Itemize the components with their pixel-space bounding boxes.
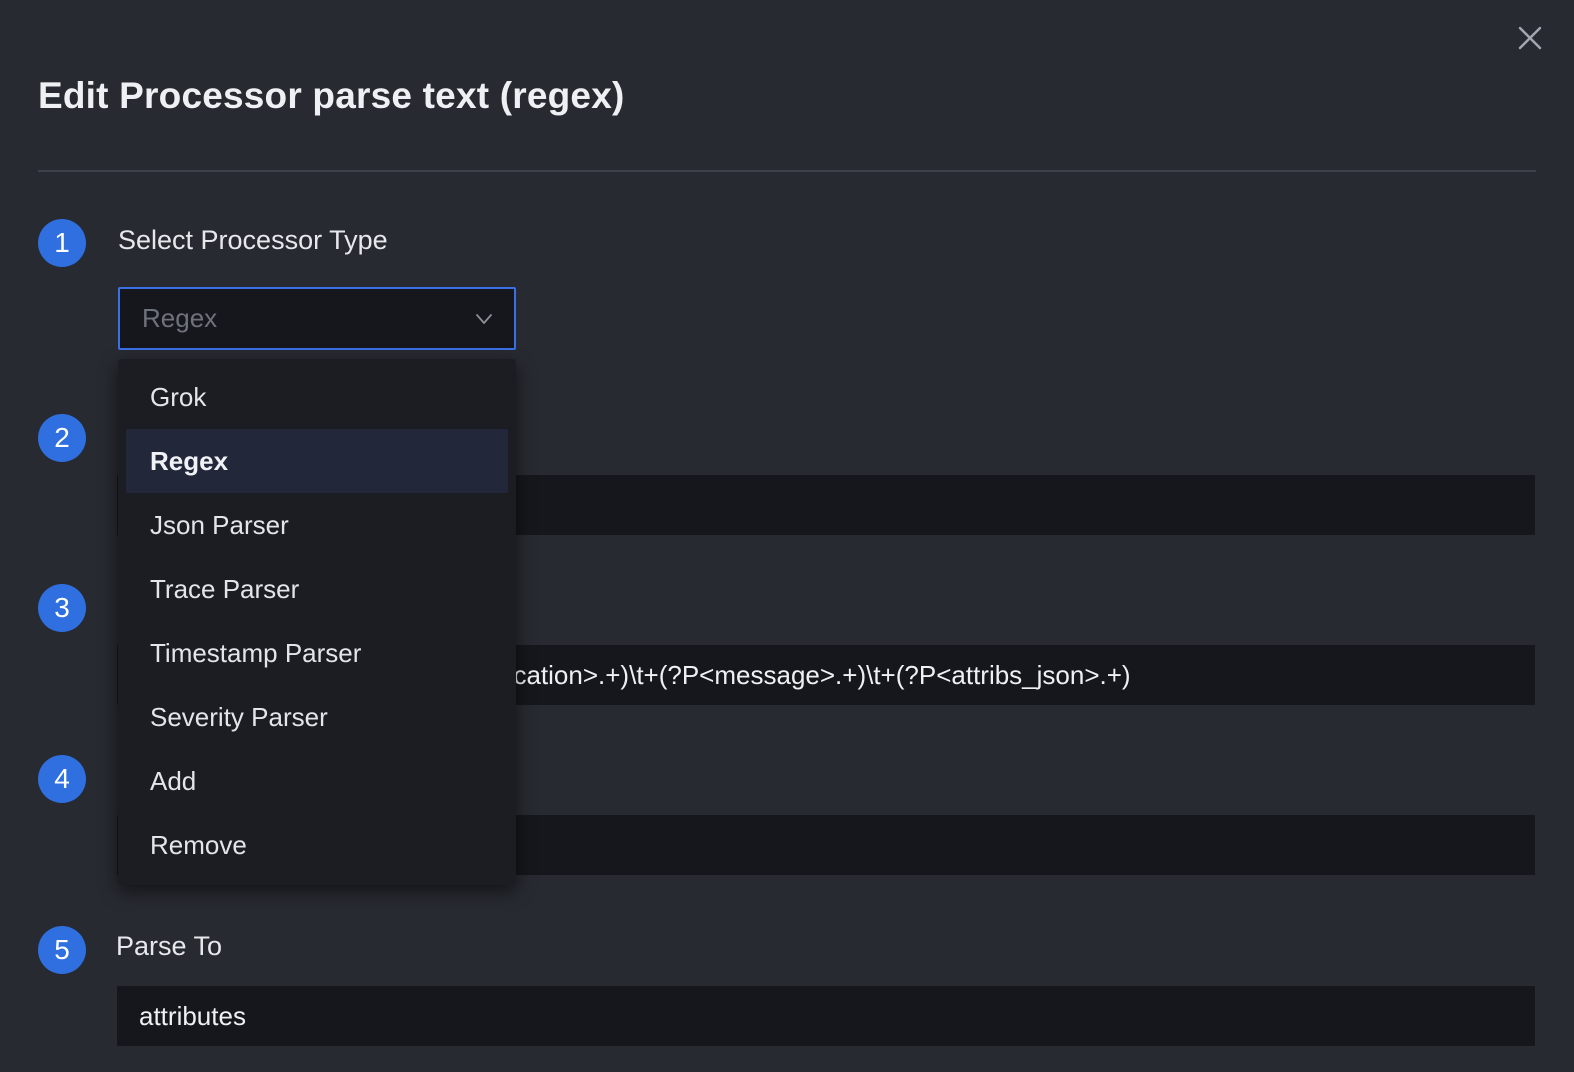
- step-label-parse-to: Parse To: [116, 931, 223, 961]
- option-add[interactable]: Add: [126, 749, 508, 813]
- option-timestamp-parser[interactable]: Timestamp Parser: [126, 621, 508, 685]
- option-severity-parser[interactable]: Severity Parser: [126, 685, 508, 749]
- step-label-select-processor-type: Select Processor Type: [118, 225, 388, 255]
- parse-to-value: attributes: [139, 1001, 246, 1031]
- processor-type-select[interactable]: Regex: [118, 287, 516, 350]
- step-number-2: 2: [38, 414, 86, 462]
- regex-pattern-text-clip: ocation>.+)\t+(?P<message>.+)\t+(?P<attr…: [499, 645, 1509, 705]
- title-divider: [38, 170, 1536, 172]
- option-remove[interactable]: Remove: [126, 813, 508, 877]
- edit-processor-modal: Edit Processor parse text (regex) 1 Sele…: [0, 0, 1574, 1072]
- step-number-4: 4: [38, 755, 86, 803]
- chevron-down-icon: [476, 314, 492, 324]
- processor-type-dropdown: Grok Regex Json Parser Trace Parser Time…: [118, 359, 516, 885]
- regex-pattern-text: ocation>.+)\t+(?P<message>.+)\t+(?P<attr…: [499, 660, 1131, 690]
- close-button[interactable]: [1514, 22, 1546, 54]
- option-trace-parser[interactable]: Trace Parser: [126, 557, 508, 621]
- step-number-3: 3: [38, 584, 86, 632]
- option-regex[interactable]: Regex: [126, 429, 508, 493]
- parse-to-input[interactable]: attributes: [117, 986, 1535, 1046]
- close-icon: [1518, 26, 1542, 50]
- step-number-1: 1: [38, 219, 86, 267]
- modal-title: Edit Processor parse text (regex): [38, 75, 625, 116]
- processor-type-selected-value: Regex: [142, 303, 218, 333]
- step-number-5: 5: [38, 926, 86, 974]
- option-grok[interactable]: Grok: [126, 365, 508, 429]
- option-json-parser[interactable]: Json Parser: [126, 493, 508, 557]
